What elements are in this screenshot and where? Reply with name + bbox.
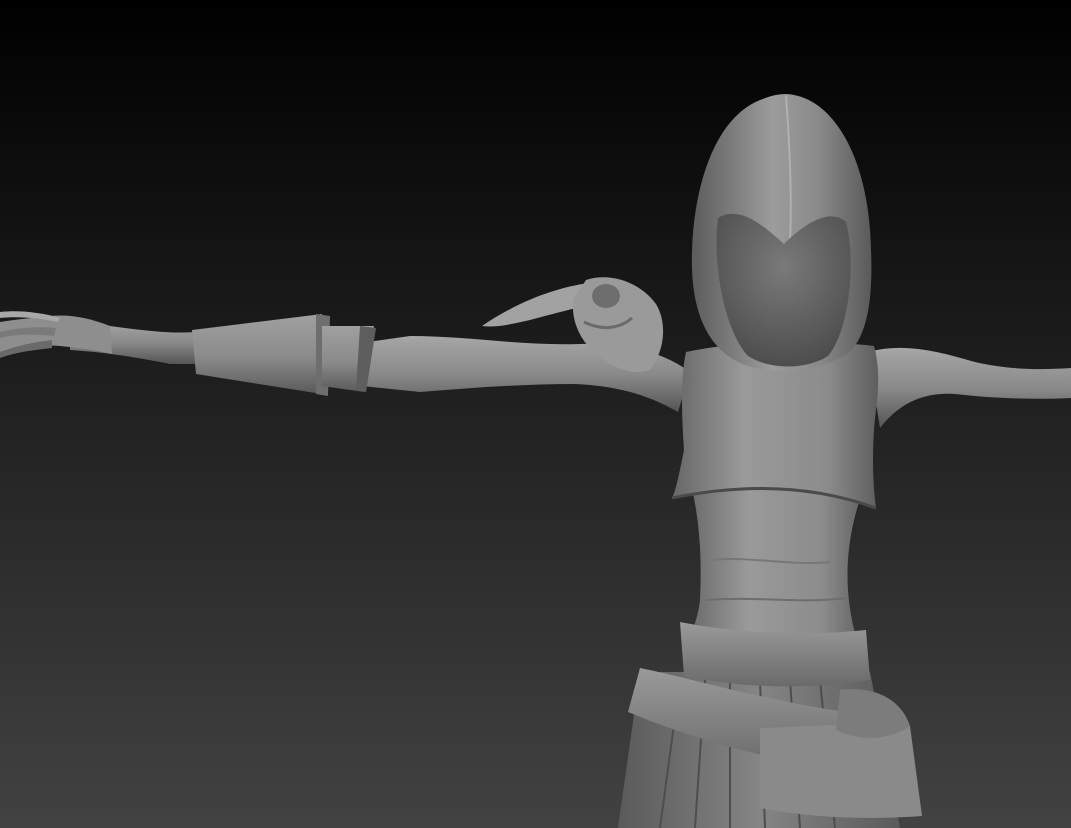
zbrush-canvas[interactable] bbox=[0, 0, 1071, 828]
sculpt-viewport-svg[interactable] bbox=[0, 0, 1071, 828]
torso[interactable] bbox=[684, 480, 868, 650]
skull-eye-socket bbox=[592, 284, 620, 308]
viewport-background bbox=[0, 0, 1071, 828]
belt-wrap-lower bbox=[760, 724, 922, 818]
